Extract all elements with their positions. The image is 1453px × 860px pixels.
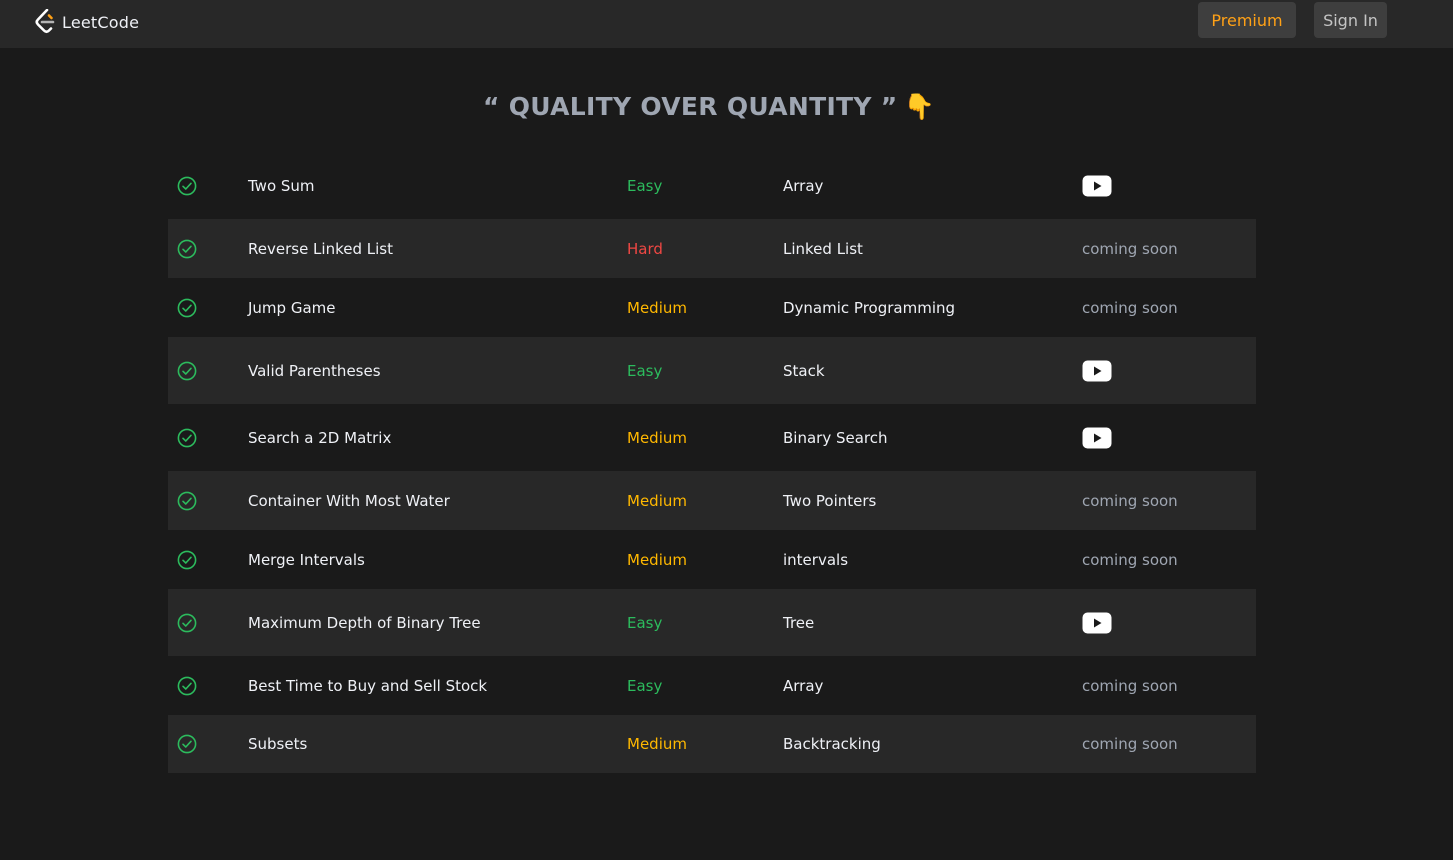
video-cell: coming soon (1082, 551, 1178, 569)
video-coming-soon: coming soon (1082, 676, 1178, 695)
problem-title[interactable]: Two Sum (248, 177, 315, 195)
solved-check-icon (177, 491, 197, 510)
solved-check-icon (177, 176, 197, 196)
logo-text: LeetCode (62, 12, 140, 32)
video-cell: coming soon (1082, 240, 1178, 258)
topic-label: Two Pointers (783, 491, 877, 510)
difficulty-label: Easy (627, 177, 663, 195)
pointing-down-emoji: 👇 (903, 92, 935, 121)
youtube-icon[interactable] (1082, 427, 1112, 449)
video-cell: coming soon (1082, 735, 1178, 753)
problem-row[interactable]: Two Sum Easy Array (168, 156, 1256, 216)
video-cell (1082, 612, 1112, 634)
video-coming-soon: coming soon (1082, 491, 1178, 510)
difficulty-label: Medium (627, 491, 687, 510)
video-cell (1082, 175, 1112, 197)
video-coming-soon: coming soon (1082, 550, 1178, 569)
solved-check-icon (177, 676, 197, 695)
topic-label: Array (783, 676, 824, 695)
problem-row[interactable]: Maximum Depth of Binary Tree Easy Tree (168, 589, 1256, 656)
problem-title[interactable]: Merge Intervals (248, 551, 365, 569)
problem-title[interactable]: Best Time to Buy and Sell Stock (248, 677, 487, 695)
problem-row[interactable]: Jump Game Medium Dynamic Programming com… (168, 278, 1256, 337)
video-coming-soon: coming soon (1082, 298, 1178, 317)
solved-check-icon (177, 428, 197, 447)
problem-title[interactable]: Search a 2D Matrix (248, 429, 391, 447)
topic-label: intervals (783, 550, 849, 569)
problem-row[interactable]: Subsets Medium Backtracking coming soon (168, 715, 1256, 773)
leetcode-logo-icon (35, 9, 55, 34)
problem-title[interactable]: Jump Game (248, 299, 336, 317)
video-cell (1082, 360, 1112, 382)
problem-row[interactable]: Reverse Linked List Hard Linked List com… (168, 219, 1256, 278)
topic-label: Tree (783, 613, 815, 632)
topic-label: Array (783, 177, 824, 195)
solved-check-icon (177, 613, 197, 632)
problem-title[interactable]: Valid Parentheses (248, 362, 381, 380)
solved-check-icon (177, 239, 197, 258)
difficulty-label: Easy (627, 676, 663, 695)
problem-title[interactable]: Reverse Linked List (248, 240, 393, 258)
topic-label: Stack (783, 361, 825, 380)
solved-check-icon (177, 361, 197, 380)
topic-label: Dynamic Programming (783, 298, 956, 317)
difficulty-label: Medium (627, 550, 687, 569)
difficulty-label: Medium (627, 735, 687, 753)
difficulty-label: Medium (627, 428, 687, 447)
video-coming-soon: coming soon (1082, 735, 1178, 753)
video-cell: coming soon (1082, 677, 1178, 695)
problem-title[interactable]: Subsets (248, 735, 307, 753)
solved-check-icon (177, 734, 197, 754)
problem-row[interactable]: Search a 2D Matrix Medium Binary Search (168, 404, 1256, 471)
topic-label: Binary Search (783, 428, 888, 447)
premium-button[interactable]: Premium (1198, 2, 1296, 38)
difficulty-label: Hard (627, 239, 663, 258)
heading-text: “ QUALITY OVER QUANTITY ” (483, 92, 898, 121)
difficulty-label: Easy (627, 361, 663, 380)
video-cell (1082, 427, 1112, 449)
youtube-icon[interactable] (1082, 175, 1112, 197)
youtube-icon[interactable] (1082, 360, 1112, 382)
solved-check-icon (177, 298, 197, 317)
youtube-icon[interactable] (1082, 612, 1112, 634)
problem-title[interactable]: Container With Most Water (248, 492, 450, 510)
problem-row[interactable]: Best Time to Buy and Sell Stock Easy Arr… (168, 656, 1256, 715)
problem-row[interactable]: Valid Parentheses Easy Stack (168, 337, 1256, 404)
topic-label: Backtracking (783, 735, 881, 753)
video-coming-soon: coming soon (1082, 239, 1178, 258)
sign-in-button[interactable]: Sign In (1314, 2, 1387, 38)
video-cell: coming soon (1082, 299, 1178, 317)
video-cell: coming soon (1082, 492, 1178, 510)
topic-label: Linked List (783, 239, 863, 258)
problem-title[interactable]: Maximum Depth of Binary Tree (248, 614, 481, 632)
solved-check-icon (177, 550, 197, 569)
navbar: LeetCode Premium Sign In (0, 0, 1453, 48)
page-heading: “ QUALITY OVER QUANTITY ” 👇 (0, 92, 1418, 122)
difficulty-label: Medium (627, 298, 687, 317)
leetcode-logo[interactable]: LeetCode (34, 7, 139, 37)
problem-row[interactable]: Container With Most Water Medium Two Poi… (168, 471, 1256, 530)
problem-row[interactable]: Merge Intervals Medium intervals coming … (168, 530, 1256, 589)
difficulty-label: Easy (627, 613, 663, 632)
